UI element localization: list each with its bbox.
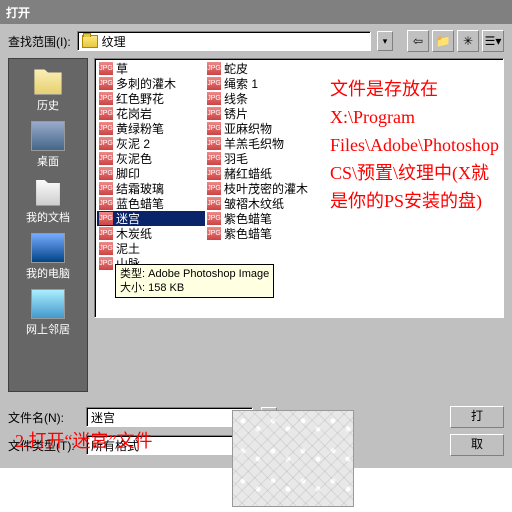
file-icon: JPG [99, 62, 113, 75]
place-label: 历史 [31, 97, 65, 113]
file-item[interactable]: JPG蓝色蜡笔 [97, 196, 205, 211]
place-docs[interactable]: 我的文档 [26, 177, 70, 225]
file-icon: JPG [207, 227, 221, 240]
file-item[interactable]: JPG迷宫 [97, 211, 205, 226]
file-item[interactable]: JPG木炭纸 [97, 226, 205, 241]
tooltip-size-label: 大小: [120, 282, 145, 294]
file-icon: JPG [207, 92, 221, 105]
filename-label: 文件名(N): [8, 409, 78, 426]
place-history[interactable]: 历史 [31, 65, 65, 113]
file-item[interactable]: JPG绳索 1 [205, 76, 313, 91]
file-item[interactable]: JPG花岗岩 [97, 106, 205, 121]
annotation-path: 文件是存放在X:\Program Files\Adobe\Photoshop C… [330, 75, 505, 215]
file-icon: JPG [99, 77, 113, 90]
file-icon: JPG [99, 167, 113, 180]
texture-preview [232, 410, 354, 507]
lookin-dropdown-button[interactable] [377, 31, 393, 51]
annotation-step: 2.打开“迷宫”文件 [15, 427, 152, 455]
file-item[interactable]: JPG多刺的灌木 [97, 76, 205, 91]
file-item[interactable]: JPG皱褶木纹纸 [205, 196, 313, 211]
file-icon: JPG [207, 77, 221, 90]
place-desktop[interactable]: 桌面 [31, 121, 65, 169]
filename-value: 迷宫 [91, 409, 115, 426]
file-item[interactable]: JPG泥土 [97, 241, 205, 256]
file-item[interactable]: JPG赭红蜡纸 [205, 166, 313, 181]
file-icon: JPG [207, 152, 221, 165]
file-icon: JPG [99, 197, 113, 210]
file-icon: JPG [207, 197, 221, 210]
file-icon: JPG [207, 182, 221, 195]
place-label: 网上邻居 [26, 321, 70, 337]
file-icon: JPG [207, 122, 221, 135]
up-button[interactable]: 📁 [432, 30, 454, 52]
titlebar: 打开 [0, 0, 512, 24]
tooltip-type: Adobe Photoshop Image [148, 268, 269, 280]
file-icon: JPG [99, 152, 113, 165]
file-name: 紫色蜡笔 [224, 225, 272, 242]
tooltip-size: 158 KB [148, 282, 184, 294]
place-label: 桌面 [31, 153, 65, 169]
file-icon: JPG [99, 212, 113, 225]
file-item[interactable]: JPG紫色蜡笔 [205, 211, 313, 226]
file-icon: JPG [207, 212, 221, 225]
file-item[interactable]: JPG锈片 [205, 106, 313, 121]
file-icon: JPG [207, 137, 221, 150]
file-item[interactable]: JPG灰泥 2 [97, 136, 205, 151]
file-item[interactable]: JPG蛇皮 [205, 61, 313, 76]
file-item[interactable]: JPG亚麻织物 [205, 121, 313, 136]
file-icon: JPG [99, 122, 113, 135]
view-menu-button[interactable]: ☰▾ [482, 30, 504, 52]
file-icon: JPG [99, 182, 113, 195]
place-label: 我的文档 [26, 209, 70, 225]
place-computer[interactable]: 我的电脑 [26, 233, 70, 281]
folder-icon [82, 35, 98, 48]
lookin-value: 纹理 [102, 33, 126, 50]
file-icon: JPG [99, 242, 113, 255]
file-item[interactable]: JPG羽毛 [205, 151, 313, 166]
place-computer-icon [31, 233, 65, 263]
tooltip-type-label: 类型: [120, 268, 145, 280]
file-icon: JPG [99, 92, 113, 105]
new-folder-button[interactable]: ✳ [457, 30, 479, 52]
file-icon: JPG [99, 257, 113, 270]
file-icon: JPG [99, 227, 113, 240]
file-item[interactable]: JPG草 [97, 61, 205, 76]
file-icon: JPG [207, 107, 221, 120]
lookin-combo[interactable]: 纹理 [77, 31, 371, 51]
file-icon: JPG [207, 62, 221, 75]
cancel-button[interactable]: 取 [450, 434, 504, 456]
place-network[interactable]: 网上邻居 [26, 289, 70, 337]
place-network-icon [31, 289, 65, 319]
file-tooltip: 类型: Adobe Photoshop Image 大小: 158 KB [115, 264, 274, 298]
file-item[interactable]: JPG紫色蜡笔 [205, 226, 313, 241]
dialog-title: 打开 [6, 6, 30, 20]
file-item[interactable]: JPG线条 [205, 91, 313, 106]
place-desktop-icon [31, 121, 65, 151]
open-dialog: 打开 查找范围(I): 纹理 ⇦ 📁 ✳ ☰▾ 历史桌面我的文档我的电脑网上邻居… [0, 0, 512, 468]
filename-input[interactable]: 迷宫 [86, 407, 253, 427]
place-docs-icon [31, 177, 65, 207]
file-icon: JPG [99, 137, 113, 150]
places-bar: 历史桌面我的文档我的电脑网上邻居 [8, 58, 88, 392]
file-item[interactable]: JPG羊羔毛织物 [205, 136, 313, 151]
file-item[interactable]: JPG结霜玻璃 [97, 181, 205, 196]
file-item[interactable]: JPG灰泥色 [97, 151, 205, 166]
file-item[interactable]: JPG黄绿粉笔 [97, 121, 205, 136]
file-item[interactable]: JPG红色野花 [97, 91, 205, 106]
open-button[interactable]: 打 [450, 406, 504, 428]
file-item[interactable]: JPG枝叶茂密的灌木 [205, 181, 313, 196]
place-history-icon [31, 65, 65, 95]
nav-buttons: ⇦ 📁 ✳ ☰▾ [407, 30, 504, 52]
file-icon: JPG [99, 107, 113, 120]
lookin-toolbar: 查找范围(I): 纹理 ⇦ 📁 ✳ ☰▾ [0, 24, 512, 58]
back-button[interactable]: ⇦ [407, 30, 429, 52]
file-icon: JPG [207, 167, 221, 180]
lookin-label: 查找范围(I): [8, 33, 71, 50]
place-label: 我的电脑 [26, 265, 70, 281]
file-item[interactable]: JPG脚印 [97, 166, 205, 181]
